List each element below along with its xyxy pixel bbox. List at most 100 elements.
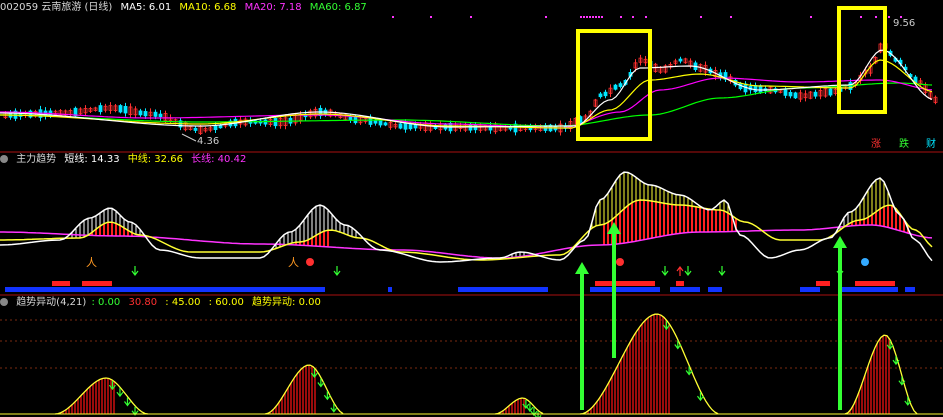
ma20-value: MA20: 7.18 (244, 2, 302, 13)
candle-body (598, 93, 603, 98)
signal-dot (586, 16, 588, 18)
trend-arrow-head (833, 236, 847, 248)
signal-dot (580, 16, 582, 18)
candle-body (193, 127, 198, 131)
signal-dot (875, 16, 877, 18)
buy-signal-block (82, 281, 112, 286)
candle-body (828, 88, 833, 96)
ma10-value: MA10: 6.68 (179, 2, 237, 13)
anomaly-value-1: : 0.00 (91, 297, 121, 308)
panel-toggle-icon[interactable] (0, 298, 8, 306)
down-arrow-icon (131, 266, 139, 276)
candle-body (678, 58, 683, 62)
ma60-value: MA60: 6.87 (309, 2, 367, 13)
signal-dot (470, 16, 472, 18)
buy-signal-block (595, 281, 655, 286)
figure-marker: 人 (288, 256, 299, 269)
candle-body (153, 111, 158, 117)
buy-signal-block (855, 281, 895, 286)
rise-button[interactable]: 涨 (871, 139, 881, 151)
buy-signal-block (52, 281, 70, 286)
signal-dot (632, 16, 634, 18)
candle-body (403, 122, 408, 130)
candle-body (213, 125, 218, 131)
chart-canvas[interactable]: 人人 (0, 0, 943, 417)
signal-dot (645, 16, 647, 18)
signal-ball (616, 258, 624, 266)
panel-toggle-icon[interactable] (0, 155, 8, 163)
ma5-value: MA5: 6.01 (120, 2, 172, 13)
anomaly-indicator-name[interactable]: 趋势异动(4,21) (16, 297, 86, 308)
signal-dot (730, 16, 732, 18)
sell-signal-block (708, 287, 722, 292)
ma5-line (0, 49, 933, 128)
signal-dot (583, 16, 585, 18)
candle-body (398, 123, 403, 129)
candle-body (613, 84, 618, 90)
trend-panel-header: 主力趋势 短线: 14.33 中线: 32.66 长线: 40.42 (0, 154, 251, 166)
candle-body (118, 105, 123, 113)
candle-body (143, 111, 148, 117)
stock-title[interactable]: 002059 云南旅游 (日线) (0, 2, 112, 13)
long-line-value: 长线: 40.42 (191, 154, 247, 165)
signal-dot (589, 16, 591, 18)
short-line-value: 短线: 14.33 (64, 154, 120, 165)
signal-dot (620, 16, 622, 18)
candle-body (378, 120, 383, 126)
signal-dot (595, 16, 597, 18)
signal-ball (861, 258, 869, 266)
main-panel-header: 002059 云南旅游 (日线) MA5: 6.01 MA10: 6.68 MA… (0, 2, 372, 14)
signal-dot (598, 16, 600, 18)
candle-body (813, 91, 818, 97)
trend-indicator-name[interactable]: 主力趋势 (16, 154, 56, 165)
figure-marker: 人 (86, 256, 97, 269)
short-line (0, 171, 933, 263)
signal-dot (545, 16, 547, 18)
down-arrow-icon (718, 266, 726, 276)
candle-body (783, 89, 788, 96)
signal-dot (430, 16, 432, 18)
trend-arrow-head (607, 222, 621, 234)
sell-signal-block (670, 287, 700, 292)
buy-signal-block (676, 281, 684, 286)
signal-dot (601, 16, 603, 18)
sell-signal-block (458, 287, 548, 292)
down-arrow-icon (333, 266, 341, 276)
candle-body (138, 110, 143, 116)
candle-body (758, 85, 763, 94)
down-arrow-icon (684, 266, 692, 276)
signal-ball (306, 258, 314, 266)
sell-signal-block (838, 287, 898, 292)
buy-signal-block (816, 281, 830, 286)
sell-signal-block (905, 287, 915, 292)
sell-signal-block (388, 287, 392, 292)
signal-dot (700, 16, 702, 18)
anomaly-line (264, 364, 344, 415)
anomaly-panel-header: 趋势异动(4,21) : 0.00 30.80 : 45.00 : 60.00 … (0, 297, 326, 309)
low-price-label: 4.36 (197, 136, 220, 147)
anomaly-value-2: 30.80 (128, 297, 158, 308)
anomaly-value-3: : 45.00 (165, 297, 201, 308)
mid-line-value: 中线: 32.66 (127, 154, 183, 165)
ma60-line (0, 82, 933, 127)
sell-signal-block (800, 287, 820, 292)
candle-body (603, 91, 608, 97)
fall-button[interactable]: 跌 (899, 139, 909, 151)
candle-body (123, 105, 128, 114)
highlight-box (837, 6, 887, 114)
candle-body (158, 113, 163, 118)
chart-window: 人人 002059 云南旅游 (日线) MA5: 6.01 MA10: 6.68… (0, 0, 943, 417)
high-price-label: 9.56 (893, 18, 916, 29)
up-arrow-icon (676, 266, 684, 276)
finance-button[interactable]: 财 (926, 139, 936, 151)
anomaly-value-5: 趋势异动: 0.00 (252, 297, 321, 308)
candle-body (98, 105, 103, 113)
signal-dot (810, 16, 812, 18)
candle-body (793, 92, 798, 99)
signal-dot (860, 16, 862, 18)
down-arrow-icon (661, 266, 669, 276)
signal-dot (592, 16, 594, 18)
low-price-pointer (181, 133, 197, 142)
candle-body (618, 83, 623, 87)
candle-body (348, 116, 353, 121)
